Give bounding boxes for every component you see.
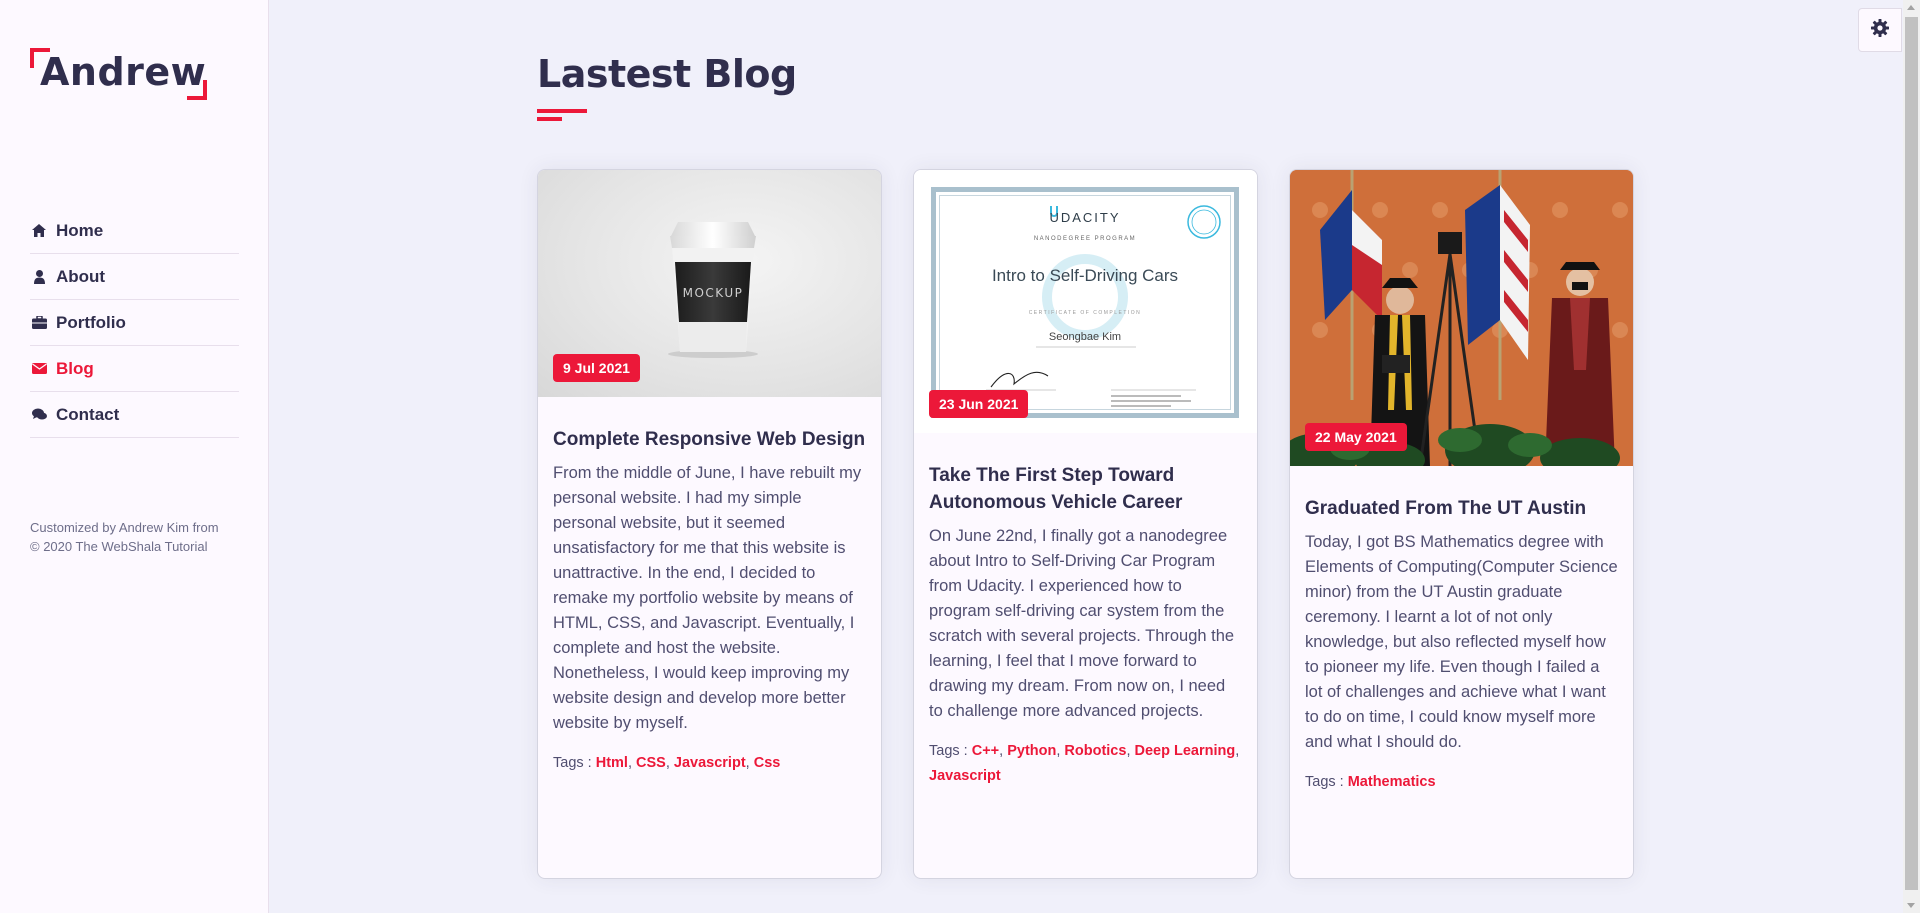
blog-card[interactable]: 22 May 2021 Graduated From The UT Austin… bbox=[1289, 169, 1634, 879]
certificate-program: NANODEGREE PROGRAM bbox=[1033, 236, 1137, 242]
blog-title[interactable]: Graduated From The UT Austin bbox=[1305, 495, 1618, 522]
home-icon bbox=[31, 223, 47, 239]
blog-image: UDACITY NANODEGREE PROGRAM Intro to Self… bbox=[914, 170, 1257, 433]
blog-tags: Tags : C++, Python, Robotics, Deep Learn… bbox=[929, 743, 1240, 784]
logo-text: Andrew bbox=[40, 50, 207, 94]
copyright-text: Customized by Andrew Kim from © 2020 The… bbox=[30, 520, 219, 554]
comments-icon bbox=[31, 407, 47, 423]
date-badge: 23 Jun 2021 bbox=[929, 390, 1029, 418]
certificate: UDACITY NANODEGREE PROGRAM Intro to Self… bbox=[931, 187, 1239, 418]
blog-card[interactable]: UDACITY NANODEGREE PROGRAM Intro to Self… bbox=[913, 169, 1258, 879]
logo-corner-bottom-right bbox=[187, 80, 207, 100]
mockup-text: MOCKUP bbox=[683, 286, 744, 300]
certificate-course: Intro to Self-Driving Cars bbox=[991, 266, 1179, 285]
graduation-photo-image bbox=[1290, 170, 1633, 466]
briefcase-icon bbox=[31, 315, 47, 331]
logo[interactable]: Andrew bbox=[30, 48, 207, 100]
tag-link[interactable]: Javascript bbox=[929, 768, 1001, 784]
certificate-brand: UDACITY bbox=[1049, 210, 1121, 225]
nav-item-home[interactable]: Home bbox=[30, 208, 239, 254]
tag-link[interactable]: CSS bbox=[636, 755, 666, 771]
nav-item-label: Contact bbox=[56, 404, 120, 424]
blog-card-body: Complete Responsive Web Design From the … bbox=[538, 397, 881, 776]
blog-text: On June 22nd, I finally got a nanodegree… bbox=[929, 527, 1235, 720]
title-underline bbox=[537, 109, 587, 113]
coffee-cup-icon: MOCKUP bbox=[668, 222, 758, 358]
graduation-photo-art bbox=[1290, 170, 1633, 466]
tag-link[interactable]: Python bbox=[1007, 743, 1056, 759]
certificate-recipient: Seongbae Kim bbox=[1048, 331, 1122, 343]
date-badge: 9 Jul 2021 bbox=[553, 354, 640, 382]
nav-item-portfolio[interactable]: Portfolio bbox=[30, 300, 239, 346]
blog-tags: Tags : Html, CSS, Javascript, Css bbox=[553, 755, 781, 771]
nav-item-about[interactable]: About bbox=[30, 254, 239, 300]
nav-item-label: Home bbox=[56, 220, 104, 240]
sidebar: Andrew Home About Portfolio Blog Contact… bbox=[0, 0, 269, 913]
tags-label: Tags : bbox=[929, 743, 968, 759]
scrollbar-thumb[interactable] bbox=[1905, 17, 1918, 890]
style-switcher-toggle[interactable] bbox=[1858, 8, 1902, 52]
blog-image: 22 May 2021 bbox=[1290, 170, 1633, 466]
nav-item-contact[interactable]: Contact bbox=[30, 392, 239, 438]
nav-menu: Home About Portfolio Blog Contact bbox=[30, 208, 239, 438]
tags-label: Tags : bbox=[553, 755, 592, 771]
blog-text: From the middle of June, I have rebuilt … bbox=[553, 464, 862, 732]
blog-card-body: Graduated From The UT Austin Today, I go… bbox=[1290, 466, 1633, 795]
tag-link[interactable]: Deep Learning bbox=[1135, 743, 1236, 759]
tag-link[interactable]: Robotics bbox=[1064, 743, 1126, 759]
nav-item-label: Blog bbox=[56, 358, 94, 378]
gear-icon bbox=[1871, 18, 1889, 42]
title-underline-short bbox=[537, 117, 562, 121]
blog-tags: Tags : Mathematics bbox=[1305, 770, 1618, 795]
tag-link[interactable]: C++ bbox=[972, 743, 999, 759]
blog-card[interactable]: MOCKUP 9 Jul 2021 Complete Responsive We… bbox=[537, 169, 882, 879]
blog-text: Today, I got BS Mathematics degree with … bbox=[1305, 533, 1618, 751]
certificate-subtitle: CERTIFICATE OF COMPLETION bbox=[1028, 310, 1142, 316]
user-icon bbox=[31, 269, 47, 285]
blog-title[interactable]: Complete Responsive Web Design bbox=[553, 426, 866, 453]
section-title: Lastest Blog bbox=[537, 52, 797, 121]
nav-item-blog[interactable]: Blog bbox=[30, 346, 239, 392]
scrollbar[interactable] bbox=[1903, 0, 1920, 913]
blog-title[interactable]: Take The First Step Toward Autonomous Ve… bbox=[929, 462, 1242, 516]
tags-label: Tags : bbox=[1305, 774, 1344, 790]
page-title: Lastest Blog bbox=[537, 52, 797, 96]
blog-image: MOCKUP 9 Jul 2021 bbox=[538, 170, 881, 397]
scroll-down-arrow-icon[interactable] bbox=[1907, 903, 1915, 908]
tag-link[interactable]: Html bbox=[596, 755, 628, 771]
certificate-art bbox=[986, 205, 1221, 407]
tag-link[interactable]: Javascript bbox=[674, 755, 746, 771]
envelope-icon bbox=[31, 361, 47, 377]
tag-link[interactable]: Css bbox=[754, 755, 781, 771]
date-badge: 22 May 2021 bbox=[1305, 423, 1407, 451]
tag-link[interactable]: Mathematics bbox=[1348, 774, 1436, 790]
nav-item-label: About bbox=[56, 266, 106, 286]
scroll-up-arrow-icon[interactable] bbox=[1907, 5, 1915, 10]
main-content: Lastest Blog MOCKUP 9 Jul 2021 Complete … bbox=[270, 0, 1905, 913]
blog-card-body: Take The First Step Toward Autonomous Ve… bbox=[914, 433, 1257, 789]
nav-item-label: Portfolio bbox=[56, 312, 126, 332]
